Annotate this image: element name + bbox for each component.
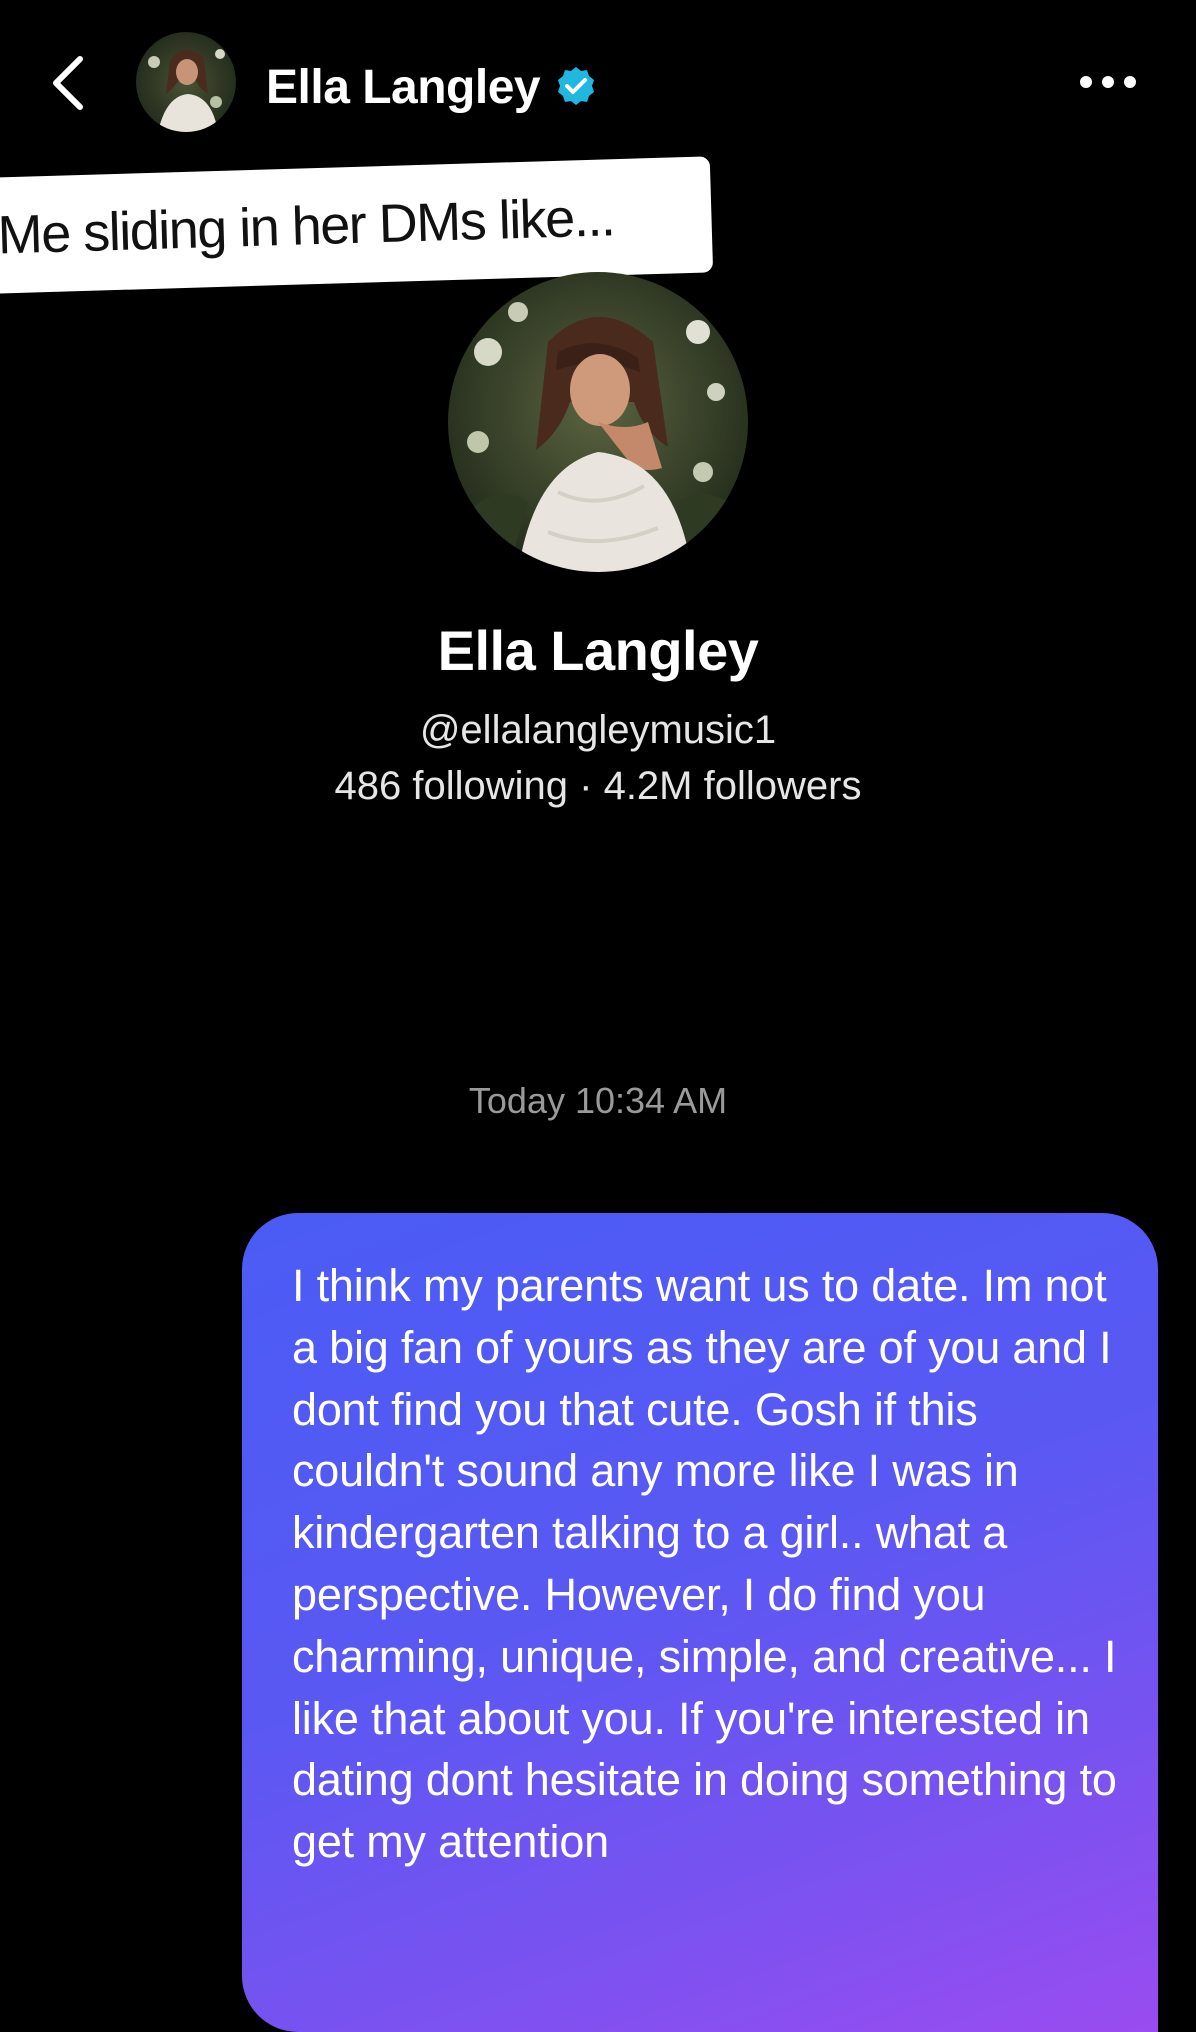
chevron-left-icon xyxy=(53,56,83,110)
caption-text: Me sliding in her DMs like... xyxy=(0,187,616,266)
message-timestamp: Today 10:34 AM xyxy=(468,1080,728,1121)
profile-photo-icon xyxy=(448,272,748,572)
more-horizontal-icon xyxy=(1080,76,1136,88)
profile-name: Ella Langley xyxy=(437,619,759,682)
outgoing-message-bubble[interactable]: I think my parents want us to date. Im n… xyxy=(242,1213,1158,2032)
header-contact-name: Ella Langley xyxy=(266,60,541,114)
verified-check-icon xyxy=(558,67,595,105)
profile-handle: @ellalangleymusic1 xyxy=(419,708,777,752)
avatar-photo-icon xyxy=(136,32,236,132)
header-avatar[interactable] xyxy=(136,32,236,132)
more-options-button[interactable] xyxy=(1068,56,1148,108)
back-button[interactable] xyxy=(40,48,96,118)
profile-follow-stats: 486 following · 4.2M followers xyxy=(334,764,862,808)
profile-avatar[interactable] xyxy=(448,272,748,572)
header-contact[interactable]: Ella Langley xyxy=(266,52,598,122)
message-text: I think my parents want us to date. Im n… xyxy=(292,1260,1117,1868)
chat-header: Ella Langley xyxy=(0,0,1196,170)
